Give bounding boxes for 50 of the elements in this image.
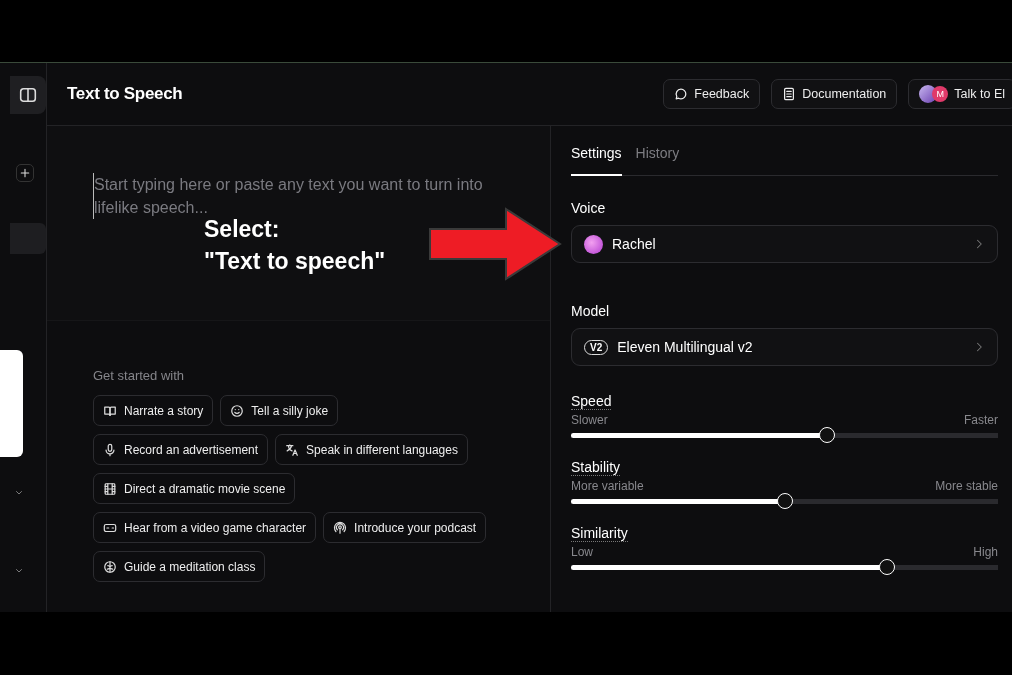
slider-max-label: High [973, 545, 998, 559]
field-label: Voice [571, 200, 607, 216]
microphone-icon [103, 442, 117, 457]
annotation-text: Select: [204, 216, 281, 244]
slider-label: Stability [571, 459, 621, 476]
voice-avatar-icon [584, 234, 603, 254]
slider-max-label: More stable [935, 479, 998, 493]
chevron-down-icon [14, 489, 24, 497]
suggestion-chip[interactable]: Hear from a video game character [93, 512, 317, 543]
slider-thumb[interactable] [878, 559, 895, 575]
slider-min-label: More variable [571, 479, 644, 493]
voice-selector[interactable]: Rachel [571, 225, 998, 263]
add-button[interactable] [16, 164, 34, 182]
chevron-down-icon [14, 567, 24, 575]
slider-min-label: Low [571, 545, 593, 559]
podcast-icon [333, 520, 348, 535]
speech-bubble-icon [674, 87, 689, 101]
feedback-button[interactable]: Feedback [663, 79, 761, 109]
suggestion-chip[interactable]: Speak in different languages [275, 434, 468, 465]
panel-toggle-icon [19, 86, 37, 104]
slider-max-label: Faster [964, 413, 998, 427]
slider-thumb[interactable] [776, 493, 793, 509]
section-heading: Get started with [93, 368, 186, 383]
field-label: Model [571, 303, 611, 319]
annotation-text: "Text to speech" [204, 247, 386, 276]
slider-min-label: Slower [571, 413, 608, 427]
text-input-field[interactable]: Start typing here or paste any text you want to turn into lifelike speech... [93, 173, 505, 219]
suggestion-chip[interactable]: Guide a meditation class [93, 551, 266, 582]
translate-icon [285, 442, 300, 457]
tab[interactable]: Settings [571, 145, 622, 176]
book-icon [103, 403, 117, 418]
film-icon [103, 481, 117, 496]
tab[interactable]: History [635, 145, 680, 176]
slider-label: Similarity [571, 525, 628, 542]
smiley-icon [230, 403, 245, 418]
document-icon [782, 87, 797, 101]
sidebar-toggle-button[interactable] [10, 76, 46, 114]
talk-button[interactable]: M Talk to El [908, 79, 1012, 109]
slider-thumb[interactable] [819, 427, 836, 443]
documentation-button[interactable]: Documentation [771, 79, 898, 109]
suggestion-chip[interactable]: Direct a dramatic movie scene [93, 473, 296, 504]
suggestion-chip[interactable]: Introduce your podcast [323, 512, 487, 543]
slider-label: Speed [571, 393, 612, 410]
suggestion-chip[interactable]: Narrate a story [93, 395, 214, 426]
plus-icon [19, 167, 31, 179]
page-title: Text to Speech [67, 84, 184, 104]
suggestion-chip[interactable]: Record an advertisement [93, 434, 269, 465]
avatar-badge: M [932, 86, 949, 102]
model-selector[interactable]: V2 Eleven Multilingual v2 [571, 328, 998, 366]
suggestion-chip[interactable]: Tell a silly joke [220, 395, 339, 426]
